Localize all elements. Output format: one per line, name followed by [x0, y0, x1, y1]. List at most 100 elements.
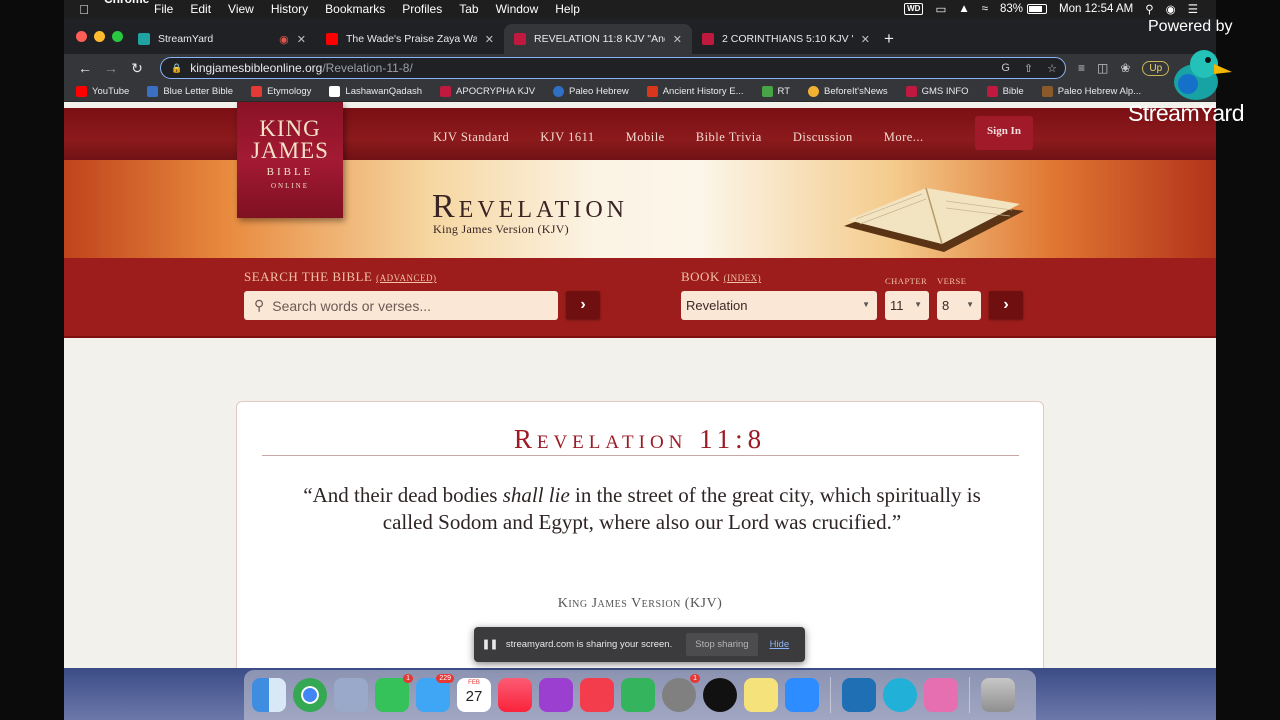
calendar-icon[interactable]: FEB 27 — [457, 678, 491, 712]
book-index-link[interactable]: (INDEX) — [724, 273, 762, 283]
menu-profiles[interactable]: Profiles — [402, 2, 442, 16]
screen-mirror-icon[interactable]: ▭ — [935, 2, 946, 16]
bookmark-paleo-hebrew-alphabet[interactable]: Paleo Hebrew Alp... — [1041, 86, 1141, 97]
menu-help[interactable]: Help — [555, 2, 580, 16]
advanced-search-link[interactable]: (ADVANCED) — [376, 273, 436, 283]
book-select[interactable]: Revelation ▼ — [681, 291, 877, 320]
bookmark-apocrypha[interactable]: APOCRYPHA KJV — [440, 86, 535, 97]
chrome-icon[interactable] — [293, 678, 327, 712]
sign-in-button[interactable]: Sign In — [975, 116, 1033, 150]
menu-window[interactable]: Window — [496, 2, 539, 16]
bookmark-bible[interactable]: Bible — [986, 86, 1024, 97]
verse-reference: Revelation 11:8 — [513, 424, 767, 454]
nav-kjv-1611[interactable]: KJV 1611 — [540, 130, 594, 145]
bookmark-gms-info[interactable]: GMS INFO — [905, 86, 969, 97]
tab-corinthians[interactable]: 2 CORINTHIANS 5:10 KJV "For ✕ — [692, 24, 880, 54]
bookmark-youtube[interactable]: YouTube — [76, 86, 129, 97]
bookmark-rt[interactable]: RT — [761, 86, 790, 97]
go-to-verse-button[interactable]: › — [989, 291, 1023, 319]
bookmark-beforeitsnews[interactable]: BeforeIt'sNews — [808, 86, 888, 97]
bookmark-etymology[interactable]: Etymology — [251, 86, 311, 97]
share-icon[interactable]: ⇧ — [1024, 62, 1033, 75]
verse-text: “And their dead bodies shall lie in the … — [303, 483, 981, 534]
preview-icon[interactable] — [334, 678, 368, 712]
tab-close-icon[interactable]: ✕ — [485, 33, 494, 46]
wd-status-icon[interactable]: WD — [904, 3, 924, 15]
numbers-icon[interactable] — [621, 678, 655, 712]
wifi-icon[interactable]: ≈ — [982, 3, 988, 15]
bookmark-star-icon[interactable]: ☆ — [1047, 62, 1057, 75]
back-button[interactable]: ← — [72, 60, 98, 76]
streamyard-brand: StreamYard — [1128, 100, 1245, 126]
chapter-select[interactable]: 11 ▼ — [885, 291, 929, 320]
bookmark-blue-letter-bible[interactable]: Blue Letter Bible — [147, 86, 233, 97]
search-submit-button[interactable]: › — [566, 291, 600, 319]
browser-tab-bar: StreamYard ◉ ✕ The Wade's Praise Zaya Wa… — [64, 18, 1216, 54]
mac-dock: 1 229 FEB 27 1 — [244, 670, 1036, 720]
address-bar[interactable]: 🔒 kingjamesbibleonline.org/Revelation-11… — [160, 57, 1066, 79]
zoom-window-button[interactable] — [112, 31, 123, 42]
tab-close-icon[interactable]: ✕ — [861, 33, 870, 46]
search-input[interactable]: ⚲ Search words or verses... — [244, 291, 558, 320]
hide-share-bar-button[interactable]: Hide — [764, 633, 796, 656]
volume-icon[interactable]: ▲ — [958, 3, 969, 15]
apple-tv-icon[interactable] — [703, 678, 737, 712]
apple-menu-icon[interactable]:  — [64, 2, 104, 17]
finder-icon[interactable] — [252, 678, 286, 712]
tab-streamyard[interactable]: StreamYard ◉ ✕ — [128, 24, 316, 54]
bookmark-paleo-hebrew[interactable]: Paleo Hebrew — [553, 86, 629, 97]
streamyard-overlay: Powered by StreamYard — [1128, 18, 1273, 128]
messages-icon[interactable]: 1 — [375, 674, 413, 712]
vpn-icon[interactable] — [842, 678, 876, 712]
quicktime-icon[interactable] — [883, 678, 917, 712]
control-center-icon[interactable]: ☰ — [1188, 2, 1198, 16]
mail-icon[interactable]: 229 — [416, 674, 454, 712]
menubar-clock[interactable]: Mon 12:54 AM — [1059, 3, 1133, 15]
book-select-value: Revelation — [686, 298, 748, 313]
nav-kjv-standard[interactable]: KJV Standard — [433, 130, 509, 145]
podcasts-icon[interactable] — [539, 678, 573, 712]
forward-button[interactable]: → — [98, 60, 124, 76]
music-icon[interactable] — [498, 678, 532, 712]
tab-revelation[interactable]: REVELATION 11:8 KJV "And their ✕ — [504, 24, 692, 54]
new-tab-button[interactable]: + — [884, 24, 894, 54]
zoom-icon[interactable] — [785, 678, 819, 712]
tab-close-icon[interactable]: ✕ — [297, 33, 306, 46]
menu-edit[interactable]: Edit — [190, 2, 211, 16]
trash-icon[interactable] — [981, 678, 1015, 712]
google-lens-icon[interactable]: G — [1001, 62, 1010, 75]
side-panel-icon[interactable]: ◫ — [1097, 61, 1108, 75]
battery-percent[interactable]: 83% — [1000, 3, 1048, 15]
lock-icon[interactable]: 🔒 — [171, 63, 182, 74]
system-preferences-icon[interactable]: 1 — [662, 674, 700, 712]
menu-tab[interactable]: Tab — [459, 2, 478, 16]
bookmark-ancient-history[interactable]: Ancient History E... — [646, 86, 744, 97]
close-window-button[interactable] — [76, 31, 87, 42]
verse-select[interactable]: 8 ▼ — [937, 291, 981, 320]
recording-dot-icon: ◉ — [279, 33, 289, 46]
bookmark-lashawanqadash[interactable]: LashawanQadash — [329, 86, 422, 97]
tab-close-icon[interactable]: ✕ — [673, 33, 682, 46]
wordpress-icon — [553, 86, 565, 97]
spotlight-search-icon[interactable]: ⚲ — [1145, 2, 1153, 16]
sharing-message: streamyard.com is sharing your screen. — [505, 639, 673, 650]
stickies-icon[interactable] — [744, 678, 778, 712]
minimize-window-button[interactable] — [94, 31, 105, 42]
stop-sharing-button[interactable]: Stop sharing — [686, 633, 758, 656]
siri-icon[interactable]: ◉ — [1166, 2, 1176, 16]
nav-discussion[interactable]: Discussion — [793, 130, 853, 145]
nav-more[interactable]: More... — [884, 130, 924, 145]
folder-icon[interactable] — [924, 678, 958, 712]
menu-history[interactable]: History — [271, 2, 308, 16]
nav-bible-trivia[interactable]: Bible Trivia — [696, 130, 762, 145]
news-icon[interactable] — [580, 678, 614, 712]
menu-view[interactable]: View — [228, 2, 254, 16]
nav-mobile[interactable]: Mobile — [626, 130, 665, 145]
reading-list-icon[interactable]: ≡ — [1078, 61, 1085, 75]
tab-youtube[interactable]: The Wade's Praise Zaya Wade ✕ — [316, 24, 504, 54]
site-nav-links: KJV Standard KJV 1611 Mobile Bible Trivi… — [433, 130, 924, 145]
menu-file[interactable]: File — [154, 2, 173, 16]
site-logo[interactable]: KING JAMES BIBLE ONLINE — [237, 102, 343, 218]
reload-button[interactable]: ↻ — [124, 60, 150, 77]
menu-bookmarks[interactable]: Bookmarks — [325, 2, 385, 16]
